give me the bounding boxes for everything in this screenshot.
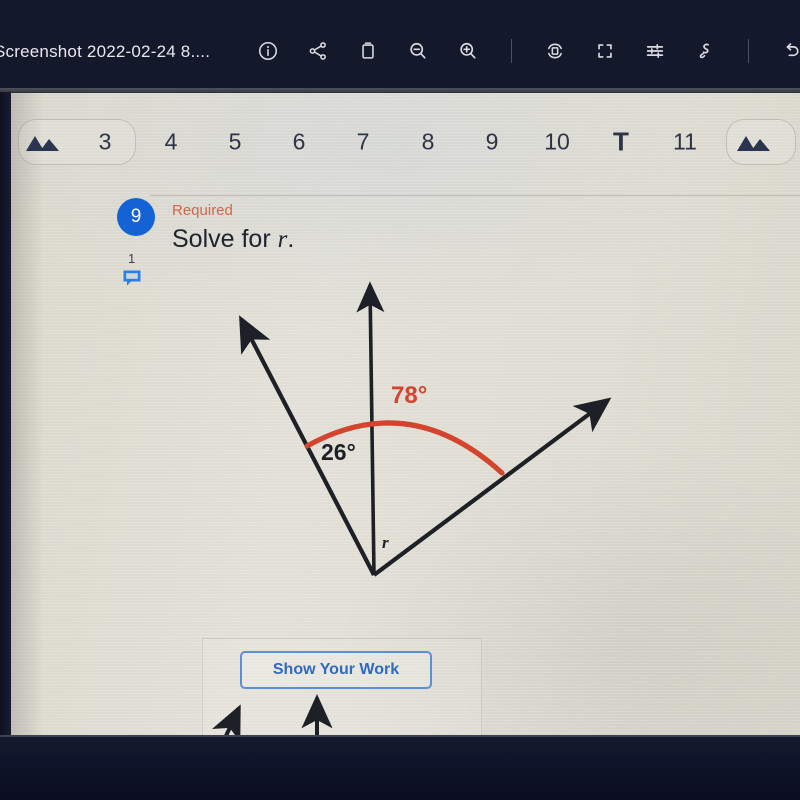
screen-edge-shadow bbox=[10, 93, 44, 738]
undo-icon[interactable] bbox=[779, 38, 800, 64]
page-item-5[interactable]: 5 bbox=[229, 129, 242, 156]
page-item-8[interactable]: 8 bbox=[422, 129, 435, 156]
device-bottom-bezel bbox=[0, 735, 800, 800]
ray-right bbox=[372, 397, 612, 577]
question-number-badge: 9 bbox=[117, 198, 155, 236]
prompt-period: . bbox=[287, 225, 295, 253]
adjust-icon[interactable] bbox=[642, 38, 668, 64]
page-item-3[interactable]: 3 bbox=[99, 129, 112, 156]
device-left-bezel bbox=[0, 92, 11, 737]
page-navigation-strip: 3 4 5 6 7 8 9 10 T 11 bbox=[10, 111, 800, 173]
markup-icon[interactable] bbox=[692, 38, 718, 64]
zoom-in-icon[interactable] bbox=[455, 38, 481, 64]
comment-count: 1 bbox=[128, 251, 136, 266]
page-thumb-end[interactable] bbox=[737, 133, 771, 151]
file-title: Screenshot 2022-02-24 8.... bbox=[0, 42, 211, 61]
image-thumbnail-icon bbox=[26, 136, 59, 151]
prompt-variable: r bbox=[277, 226, 288, 253]
question-prompt: Solve for r. bbox=[172, 225, 294, 254]
question-divider bbox=[150, 195, 800, 196]
image-thumbnail-icon bbox=[737, 136, 770, 151]
document-viewport: 3 4 5 6 7 8 9 10 T 11 9 Required Solve f… bbox=[10, 93, 800, 738]
show-your-work-button[interactable]: Show Your Work bbox=[240, 651, 432, 689]
angle-label-26: 26° bbox=[321, 439, 356, 465]
zoom-out-icon[interactable] bbox=[405, 38, 431, 64]
required-label: Required bbox=[172, 202, 233, 219]
ray-up bbox=[356, 281, 385, 576]
page-item-4[interactable]: 4 bbox=[165, 129, 178, 156]
page-item-9[interactable]: 9 bbox=[486, 129, 499, 156]
page-item-7[interactable]: 7 bbox=[357, 129, 370, 156]
page-item-11[interactable]: 11 bbox=[673, 129, 697, 156]
page-item-10[interactable]: 10 bbox=[544, 129, 570, 156]
toolbar-divider-2 bbox=[748, 39, 749, 63]
delete-icon[interactable] bbox=[355, 38, 381, 64]
comment-icon[interactable] bbox=[122, 269, 142, 292]
toolbar-divider-1 bbox=[511, 39, 512, 63]
page-item-text[interactable]: T bbox=[613, 127, 629, 158]
info-icon[interactable] bbox=[255, 38, 281, 64]
angle-label-78: 78° bbox=[391, 382, 428, 409]
prompt-text: Solve for bbox=[172, 225, 278, 253]
share-icon[interactable] bbox=[305, 38, 331, 64]
app-toolbar: Screenshot 2022-02-24 8.... bbox=[0, 0, 800, 92]
toolbar-icon-group bbox=[255, 38, 800, 64]
page-thumb-start[interactable] bbox=[26, 133, 60, 151]
angle-label-r: r bbox=[382, 533, 389, 552]
rotate-icon[interactable] bbox=[542, 38, 568, 64]
crop-icon[interactable] bbox=[592, 38, 618, 64]
screenshot-root: Screenshot 2022-02-24 8.... 3 4 5 6 7 8 … bbox=[0, 0, 800, 800]
page-item-6[interactable]: 6 bbox=[293, 129, 306, 156]
